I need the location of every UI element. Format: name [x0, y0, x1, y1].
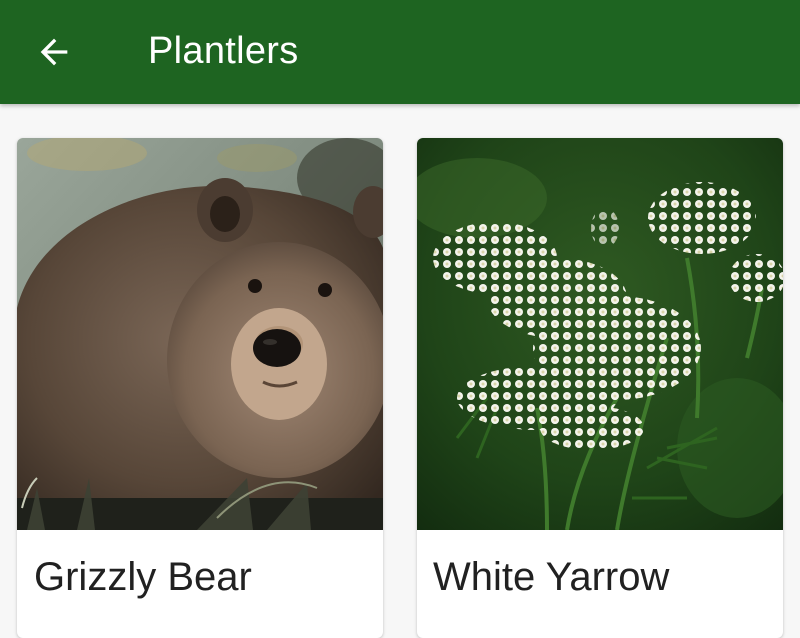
- page-title: Plantlers: [148, 30, 299, 72]
- species-card-white-yarrow[interactable]: White Yarrow: [417, 138, 783, 638]
- white-yarrow-photo: [417, 138, 783, 530]
- card-title: Grizzly Bear: [34, 555, 252, 599]
- grizzly-bear-photo: [17, 138, 383, 530]
- app-bar: Plantlers: [0, 0, 800, 104]
- species-card-grizzly-bear[interactable]: Grizzly Bear: [17, 138, 383, 638]
- species-grid: Grizzly Bear White Yarrow: [0, 104, 800, 638]
- arrow-back-icon: [40, 38, 68, 66]
- back-button[interactable]: [22, 20, 86, 84]
- card-title: White Yarrow: [433, 555, 670, 599]
